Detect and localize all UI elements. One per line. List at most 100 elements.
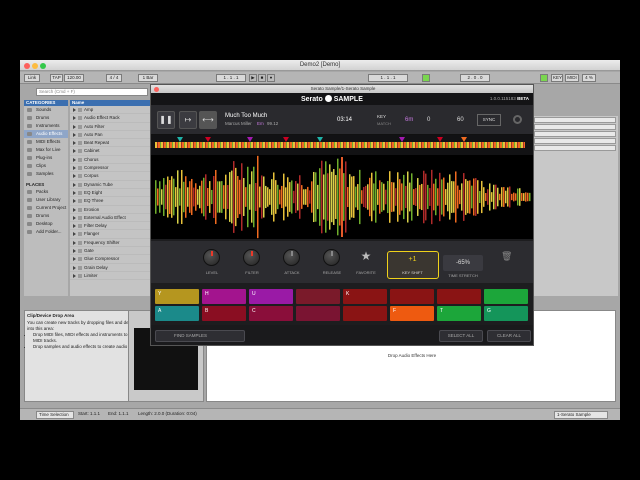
cue-pad[interactable]: B — [202, 306, 246, 321]
pause-icon[interactable]: ❚❚ — [157, 111, 175, 129]
add-folder-button[interactable]: Add Folder... — [24, 228, 68, 236]
browser-item[interactable]: EQ Eight — [70, 189, 150, 198]
place-current-project[interactable]: Current Project — [24, 204, 68, 212]
cue-pad[interactable] — [296, 289, 340, 304]
mixer-row[interactable] — [534, 138, 616, 144]
time-stretch-value[interactable]: -65% — [443, 255, 483, 271]
category-midi-effects[interactable]: MIDI Effects — [24, 138, 68, 146]
browser-item[interactable]: Filter Delay — [70, 222, 150, 231]
cue-marker[interactable] — [437, 137, 443, 142]
cue-marker[interactable] — [247, 137, 253, 142]
category-sounds[interactable]: Sounds — [24, 106, 68, 114]
browser-item[interactable]: Dynamic Tube — [70, 181, 150, 189]
place-desktop[interactable]: Desktop — [24, 220, 68, 228]
category-audio-effects[interactable]: Audio Effects — [24, 130, 68, 138]
cue-marker[interactable] — [177, 137, 183, 142]
slice-mode-icon[interactable]: ↦ — [179, 111, 197, 129]
browser-item[interactable]: Erosion — [70, 206, 150, 214]
browser-item[interactable]: Frequency Shifter — [70, 239, 150, 248]
tap-button[interactable]: TAP — [50, 74, 63, 82]
cue-marker[interactable] — [283, 137, 289, 142]
time-signature[interactable]: 4 / 4 — [106, 74, 122, 82]
category-max-for-live[interactable]: Max for Live — [24, 146, 68, 154]
bpm-value[interactable]: 60 — [457, 117, 464, 123]
cue-pad[interactable] — [343, 306, 387, 321]
range-mode-icon[interactable]: ⟷ — [199, 111, 217, 129]
level-knob[interactable] — [203, 249, 220, 266]
arrangement-position[interactable]: 1 . 1 . 1 — [216, 74, 246, 82]
mixer-row[interactable] — [534, 124, 616, 130]
category-drums[interactable]: Drums — [24, 114, 68, 122]
cue-pad[interactable] — [390, 289, 434, 304]
cue-pad[interactable]: T — [437, 306, 481, 321]
browser-item[interactable]: Audio Effect Rack — [70, 114, 150, 123]
midi-map-button[interactable]: MIDI — [565, 74, 579, 82]
cue-pad[interactable]: F — [390, 306, 434, 321]
cue-pad[interactable] — [484, 289, 528, 304]
place-drums[interactable]: Drums — [24, 212, 68, 220]
quantize-select[interactable]: 1 Bar — [138, 74, 158, 82]
record-icon[interactable]: ● — [267, 74, 275, 82]
browser-item[interactable]: Cabinet — [70, 147, 150, 156]
browser-item[interactable]: Auto Pan — [70, 131, 150, 140]
cue-marker[interactable] — [399, 137, 405, 142]
cue-pad[interactable]: U — [249, 289, 293, 304]
category-samples[interactable]: Samples — [24, 170, 68, 178]
browser-item[interactable]: EQ Three — [70, 197, 150, 206]
mixer-row[interactable] — [534, 117, 616, 123]
browser-item[interactable]: Flanger — [70, 230, 150, 239]
loop-length-field[interactable]: 2 . 0 . 0 — [460, 74, 490, 82]
select-all-button[interactable]: SELECT ALL — [439, 330, 483, 342]
cue-marker[interactable] — [205, 137, 211, 142]
clear-all-button[interactable]: CLEAR ALL — [487, 330, 531, 342]
browser-item[interactable]: Auto Filter — [70, 123, 150, 131]
cue-pad[interactable] — [437, 289, 481, 304]
settings-gear-icon[interactable] — [513, 115, 522, 124]
favorite-star-icon[interactable]: ★ — [359, 249, 373, 263]
loop-start-field[interactable]: 1 . 1 . 1 — [368, 74, 408, 82]
cue-pad[interactable]: K — [343, 289, 387, 304]
play-icon[interactable]: ▶ — [249, 74, 257, 82]
browser-item[interactable]: Corpus — [70, 172, 150, 181]
browser-item[interactable]: Grain Delay — [70, 264, 150, 272]
browser-item[interactable]: Compressor — [70, 164, 150, 173]
cue-pad[interactable]: C — [249, 306, 293, 321]
waveform-overview[interactable] — [151, 135, 533, 155]
browser-item[interactable]: External Audio Effect — [70, 214, 150, 223]
cue-pad[interactable]: A — [155, 306, 199, 321]
mixer-row[interactable] — [534, 131, 616, 137]
browser-item[interactable]: Chorus — [70, 156, 150, 165]
cue-pad[interactable] — [296, 306, 340, 321]
place-packs[interactable]: Packs — [24, 188, 68, 196]
link-button[interactable]: Link — [24, 74, 40, 82]
key-map-indicator[interactable] — [540, 74, 548, 82]
key-value[interactable]: 6m — [405, 117, 413, 123]
cue-pad[interactable]: Y — [155, 289, 199, 304]
category-instruments[interactable]: Instruments — [24, 122, 68, 130]
close-window-button[interactable] — [24, 62, 30, 69]
find-samples-button[interactable]: FIND SAMPLES — [155, 330, 245, 342]
cue-pad[interactable]: G — [484, 306, 528, 321]
cue-marker[interactable] — [461, 137, 467, 142]
browser-item[interactable]: Limiter — [70, 272, 150, 281]
plugin-close-button[interactable] — [154, 86, 159, 92]
stop-icon[interactable]: ■ — [258, 74, 266, 82]
mixer-row[interactable] — [534, 145, 616, 151]
pitch-value[interactable]: 0 — [427, 117, 430, 123]
key-shift-control[interactable]: +1 KEY SHIFT — [387, 251, 439, 279]
category-clips[interactable]: Clips — [24, 162, 68, 170]
cue-marker[interactable] — [317, 137, 323, 142]
main-waveform[interactable] — [151, 155, 534, 239]
browser-item[interactable]: Amp — [70, 106, 150, 115]
cue-pad[interactable]: H — [202, 289, 246, 304]
minimize-window-button[interactable] — [32, 62, 38, 69]
attack-knob[interactable] — [283, 249, 300, 266]
sync-button[interactable]: SYNC — [477, 114, 501, 126]
filter-knob[interactable] — [243, 249, 260, 266]
place-user-library[interactable]: User Library — [24, 196, 68, 204]
browser-item[interactable]: Beat Repeat — [70, 139, 150, 148]
loop-switch[interactable] — [422, 74, 430, 82]
tempo-field[interactable]: 120.00 — [64, 74, 84, 82]
key-map-button[interactable]: KEY — [551, 74, 563, 82]
trash-icon[interactable]: 🗑 — [501, 251, 512, 263]
